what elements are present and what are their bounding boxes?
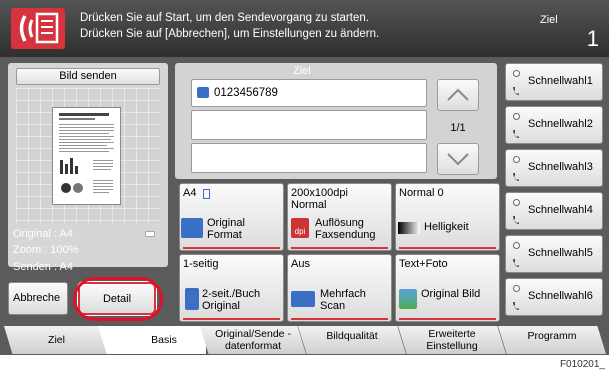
destination-number: 0123456789 [214,87,278,99]
phone-icon [513,130,519,138]
brightness-icon [398,222,420,234]
destination-panel: Ziel 0123456789 1/1 [175,63,497,179]
destination-count-label: Ziel [540,14,558,26]
radio-icon [513,199,520,206]
phone-icon [513,302,519,310]
underline-accent [183,318,280,320]
tab-label: Original/Sende -datenformat [215,328,291,352]
original-size-info: Original : A4 [13,228,73,240]
underline-accent [291,318,388,320]
radio-icon [513,113,520,120]
duplex-button[interactable]: 1-seitig 2-seit./Buch Original [179,254,284,322]
original-image-value: Text+Foto [399,258,448,270]
original-image-button[interactable]: Text+Foto Original Bild [395,254,500,322]
destination-count: 1 [586,26,599,51]
tab-label: Basis [151,334,177,346]
status-bar: Drücken Sie auf Start, um den Sendevorga… [0,0,609,57]
duplex-icon [185,288,199,310]
resolution-label: Auflösung Faxsendung [315,217,376,241]
figure-code: F010201_ [559,359,605,370]
radio-icon [513,156,520,163]
tab-basis[interactable]: Basis [98,326,206,354]
multi-scan-icon [291,291,315,307]
phone-icon [513,216,519,224]
duplex-value: 1-seitig [183,258,219,270]
underline-accent [399,318,496,320]
tab-image-quality[interactable]: Bildqualität [298,326,406,354]
tab-advanced[interactable]: Erweiterte Einstellung [398,326,506,354]
phone-icon [513,259,519,267]
multi-scan-label: Mehrfach Scan [320,288,366,312]
destination-entry-1[interactable]: 0123456789 [191,79,427,107]
fax-send-icon [11,8,65,49]
quick-dial-2[interactable]: Schnellwahl2 [505,106,603,144]
tab-label: Programm [527,330,577,342]
instruction-line-1: Drücken Sie auf Start, um den Sendevorga… [80,12,369,24]
underline-accent [399,247,496,249]
main-area: Bild senden Original: A4 Zoom: 100% Se… [0,57,609,325]
quick-dial-4[interactable]: Schnellwahl4 [505,192,603,230]
brightness-value: Normal 0 [399,187,444,199]
original-format-value: A4 [183,187,197,199]
destination-entry-3[interactable] [191,143,427,173]
chevron-up-icon [447,88,469,101]
multi-scan-value: Aus [291,258,310,270]
preview-title: Bild senden [16,68,160,85]
instruction-line-2: Drücken Sie auf [Abbrechen], um Einstell… [80,28,380,40]
quick-dial-label: Schnellwahl3 [528,161,593,173]
radio-icon [513,242,520,249]
tab-original-format[interactable]: Original/Sende -datenformat [200,326,306,354]
portrait-page-icon [203,189,210,199]
quick-dial-5[interactable]: Schnellwahl5 [505,235,603,273]
duplex-label: 2-seit./Buch Original [202,288,261,312]
quick-dial-label: Schnellwahl5 [528,247,593,259]
page-indicator: 1/1 [450,122,466,134]
original-image-label: Original Bild [421,288,481,300]
phone-icon [513,173,519,181]
quick-dial-1[interactable]: Schnellwahl1 [505,63,603,101]
tab-ziel[interactable]: Ziel [4,326,109,354]
dpi-icon: dpi [291,218,309,238]
zoom-info: Zoom : 100% [13,244,79,256]
tab-label: Erweiterte Einstellung [426,328,478,352]
underline-accent [291,247,388,249]
quick-dial-label: Schnellwahl1 [528,75,593,87]
destination-title: Ziel [293,65,311,77]
document-thumbnail [52,107,121,205]
resolution-button[interactable]: 200x100dpi Normal dpi Auflösung Faxsendu… [287,183,392,251]
send-size-info: Senden : A4 [13,261,73,273]
brightness-label: Helligkeit [424,221,469,233]
underline-accent [183,247,280,249]
tab-label: Bildqualität [326,330,378,342]
radio-icon [513,70,520,77]
tab-label: Ziel [48,334,65,346]
resolution-value: 200x100dpi Normal [291,187,348,211]
brightness-button[interactable]: Normal 0 Helligkeit [395,183,500,251]
fax-number-icon [197,87,209,98]
quick-dial-6[interactable]: Schnellwahl6 [505,278,603,316]
highlight-ring [73,277,163,321]
preview-grid [16,88,160,223]
original-format-label: Original Format [207,217,245,241]
multi-scan-button[interactable]: Aus Mehrfach Scan [287,254,392,322]
quick-dial-label: Schnellwahl6 [528,290,593,302]
image-icon [399,289,417,309]
scroll-up-button[interactable] [437,79,479,111]
original-format-button[interactable]: A4 Original Format [179,183,284,251]
chevron-down-icon [447,153,469,166]
orientation-icon [145,231,155,237]
phone-icon [513,87,519,95]
quick-dial-3[interactable]: Schnellwahl3 [505,149,603,187]
tab-program[interactable]: Programm [498,326,606,354]
destination-entry-2[interactable] [191,110,427,140]
radio-icon [513,285,520,292]
original-format-icon [181,218,203,238]
quick-dial-label: Schnellwahl2 [528,118,593,130]
quick-dial-label: Schnellwahl4 [528,204,593,216]
cancel-button[interactable]: Abbreche [8,282,68,315]
scroll-down-button[interactable] [437,143,479,175]
